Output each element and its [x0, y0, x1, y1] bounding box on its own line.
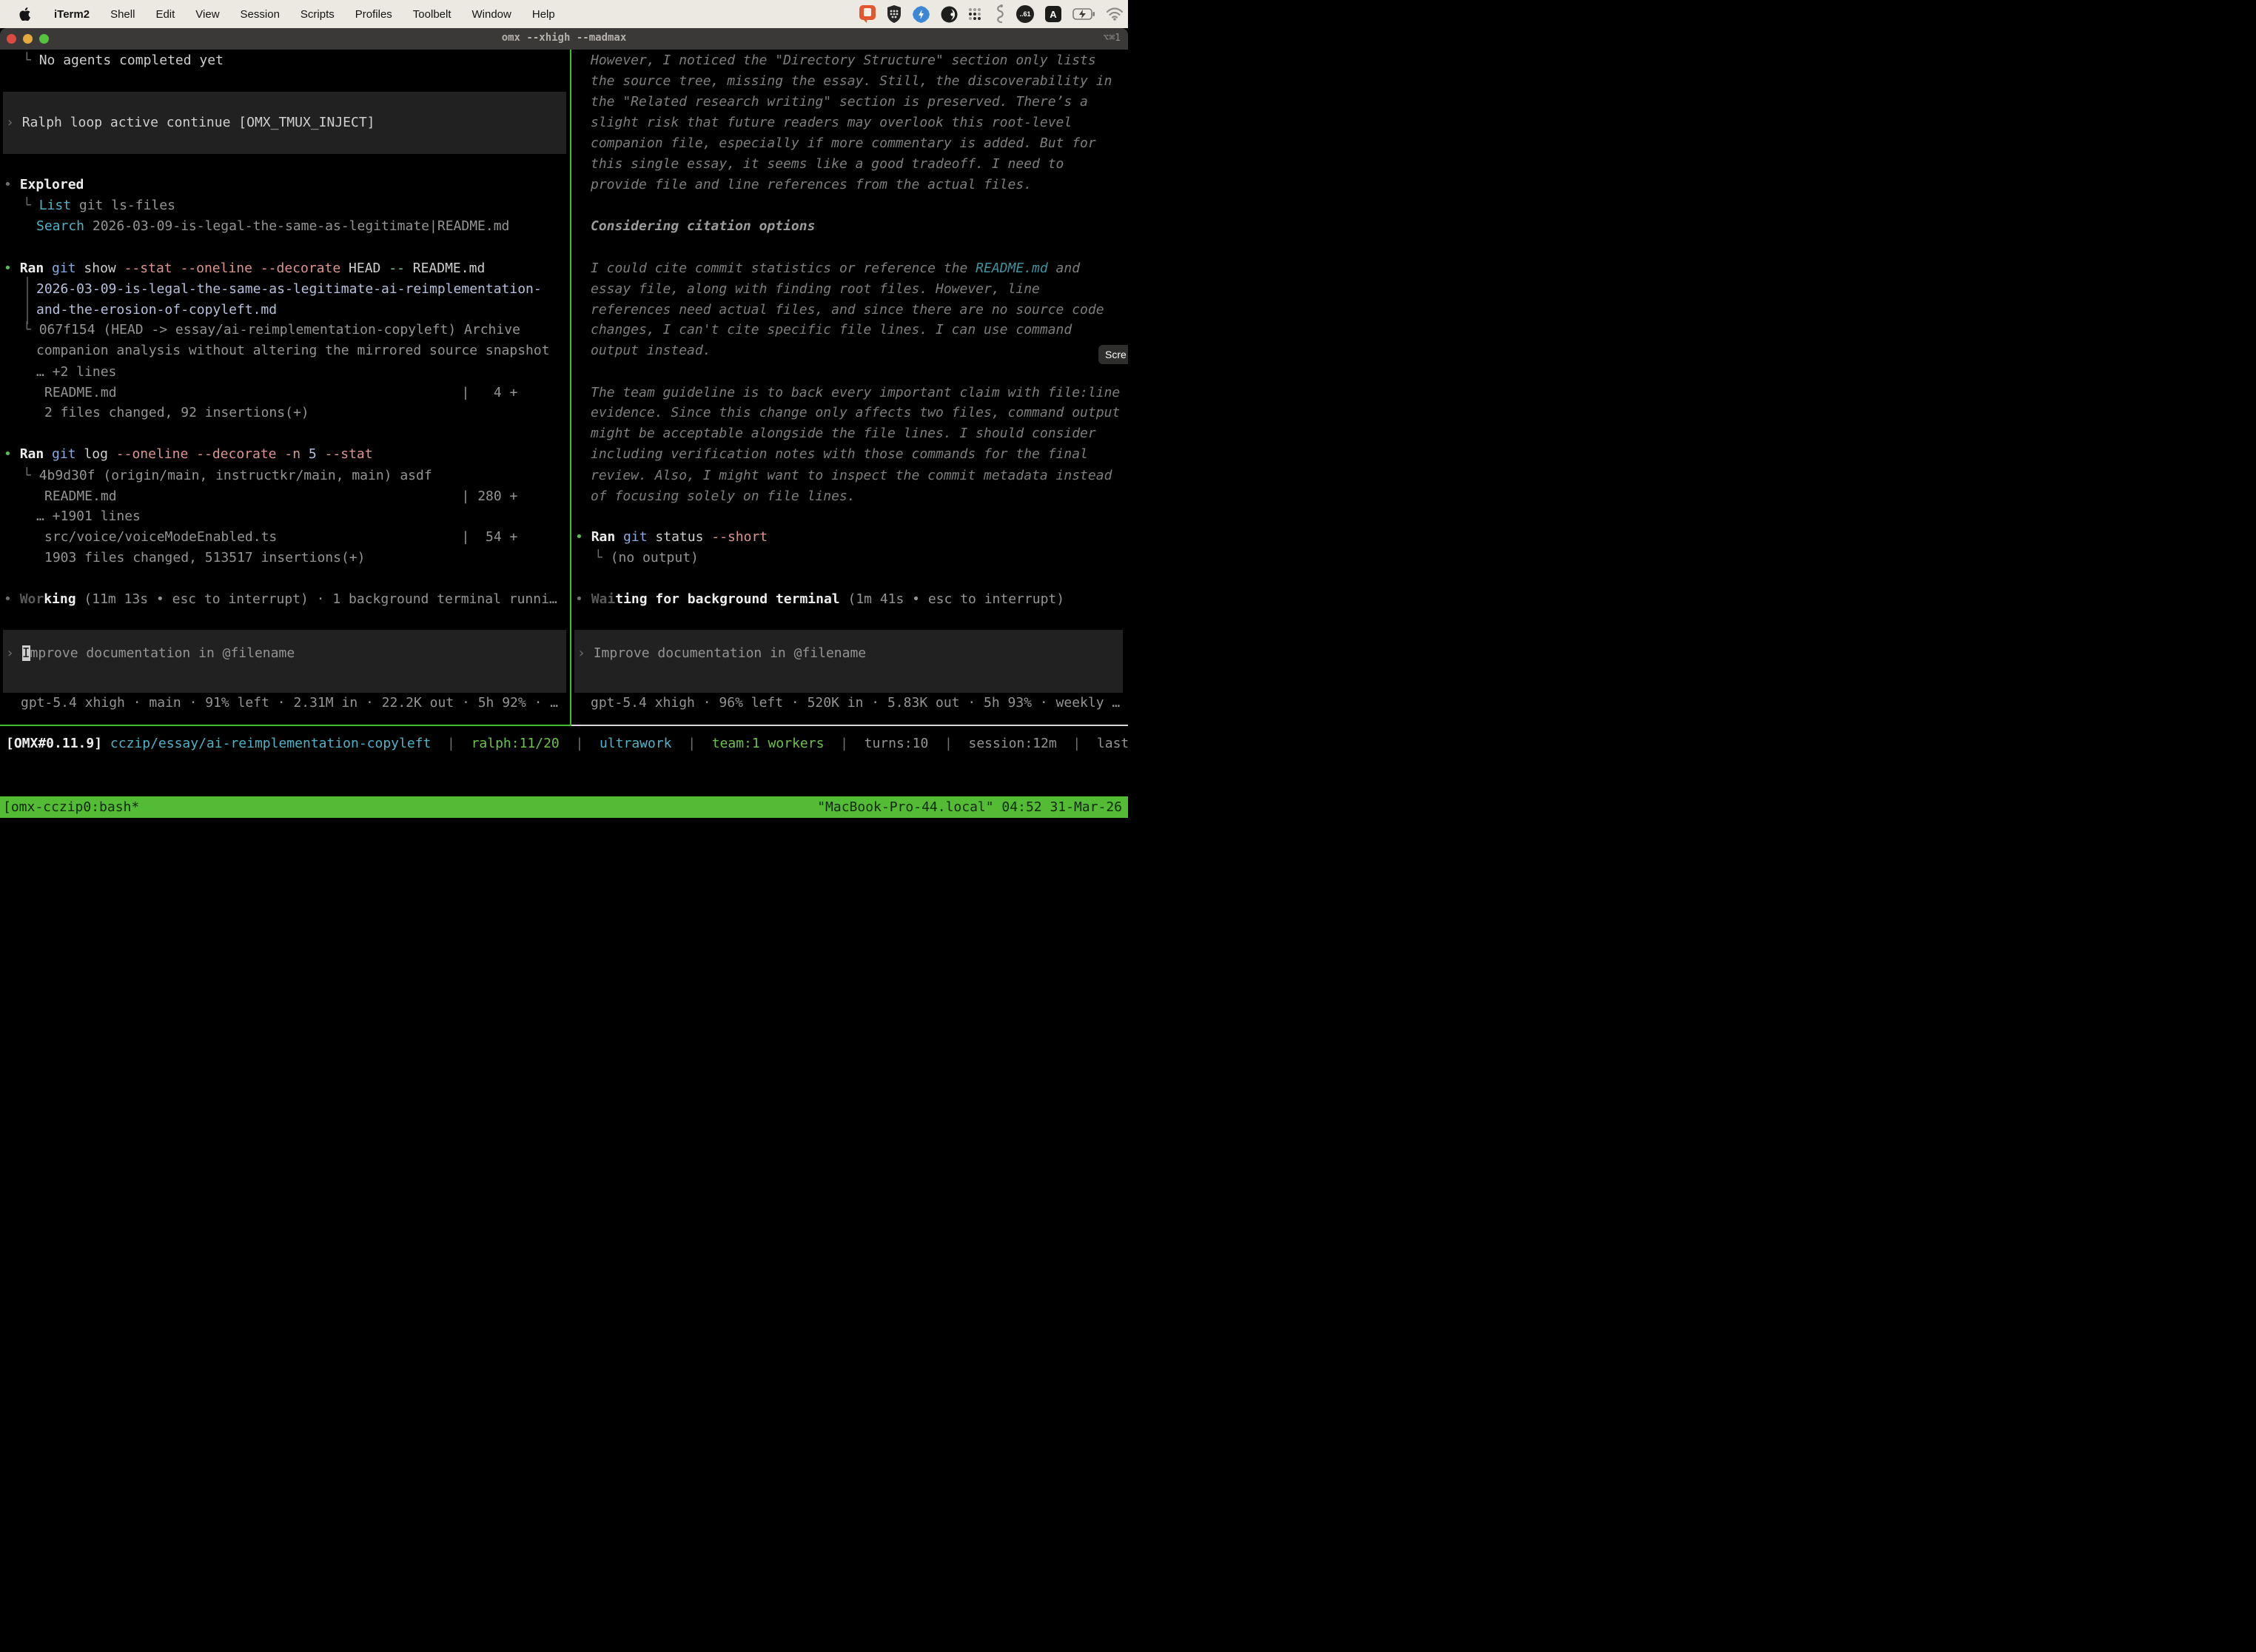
wifi-icon[interactable]: [1106, 7, 1124, 21]
no-agents-line: └ No agents completed yet: [23, 53, 224, 69]
git-show-arg-line-2: and-the-erosion-of-copyleft.md: [36, 302, 277, 318]
omx-status-bar: [OMX#0.11.9] cczip/essay/ai-reimplementa…: [6, 736, 1128, 752]
git-show-output-line-4: README.md | 4 +: [44, 385, 517, 401]
window-title-bar: omx --xhigh --madmax ⌥⌘1: [0, 28, 1128, 50]
tmux-session-label[interactable]: [omx-cczip0:bash*: [3, 796, 139, 818]
thinking-paragraph-line: the source tree, missing the essay. Stil…: [591, 73, 1112, 90]
crescent-app-icon[interactable]: [941, 6, 958, 23]
git-show-output-line-1: └ 067f154 (HEAD -> essay/ai-reimplementa…: [23, 322, 520, 338]
thinking-paragraph-line: the "Related research writing" section i…: [591, 94, 1088, 110]
apple-menu-icon[interactable]: [19, 7, 30, 21]
letter-a-icon[interactable]: A: [1045, 6, 1061, 22]
thinking-paragraph-line: this single essay, it seems like a good …: [591, 156, 1064, 172]
thinking-paragraph-line: changes, I can't cite specific file line…: [591, 322, 1072, 338]
right-session-status-line: gpt-5.4 xhigh · 96% left · 520K in · 5.8…: [591, 695, 1120, 711]
left-session-status-line: gpt-5.4 xhigh · main · 91% left · 2.31M …: [21, 695, 558, 711]
menu-item-help[interactable]: Help: [532, 8, 555, 21]
git-log-output-line-1: └ 4b9d30f (origin/main, instructkr/main,…: [23, 468, 432, 484]
thinking-paragraph-line: essay file, along with finding root file…: [591, 281, 1040, 298]
git-log-output-line-3: … +1901 lines: [36, 508, 141, 525]
tmux-status-bar: [omx-cczip0:bash* "MacBook-Pro-44.local"…: [0, 796, 1128, 818]
squiggle-icon[interactable]: [993, 4, 1005, 24]
thinking-paragraph-line: including verification notes with those …: [591, 446, 1088, 463]
menu-item-edit[interactable]: Edit: [155, 8, 175, 21]
dots-grid-icon[interactable]: [969, 7, 982, 21]
menu-item-iterm2[interactable]: iTerm2: [54, 8, 90, 21]
git-log-output-line-2: README.md | 280 +: [44, 488, 517, 505]
tmux-host-clock: "MacBook-Pro-44.local" 04:52 31-Mar-26: [817, 796, 1122, 818]
git-show-output-line-5: 2 files changed, 92 insertions(+): [44, 405, 309, 421]
bolt-badge-icon[interactable]: [913, 6, 930, 23]
battery-icon[interactable]: [1072, 8, 1095, 20]
thinking-paragraph-line: references need actual files, and since …: [591, 302, 1104, 318]
thinking-paragraph-line: The team guideline is to back every impo…: [591, 385, 1120, 401]
tree-connector-line: [27, 277, 28, 324]
git-log-output-line-4: src/voice/voiceModeEnabled.ts | 54 +: [44, 529, 517, 545]
left-pane-bottom-border: [0, 725, 571, 726]
inject-line: › Ralph loop active continue [OMX_TMUX_I…: [6, 115, 375, 131]
thinking-heading: Considering citation options: [591, 218, 815, 235]
macos-menu-bar: iTerm2 Shell Edit View Session Scripts P…: [0, 0, 1128, 28]
shield-keys-icon[interactable]: [887, 5, 902, 23]
git-show-output-line-2: companion analysis without altering the …: [36, 343, 550, 359]
explored-list-line: └ List git ls-files: [23, 198, 175, 214]
right-waiting-status-line: • Waiting for background terminal (1m 41…: [575, 591, 1064, 608]
thinking-paragraph-line: review. Also, I might want to inspect th…: [591, 468, 1112, 484]
window-shortcut-badge: ⌥⌘1: [1104, 33, 1121, 44]
left-working-status-line: • Working (11m 13s • esc to interrupt) ·…: [4, 591, 557, 608]
screen-overlay-chip[interactable]: Scre: [1098, 345, 1128, 364]
pane-divider-vertical[interactable]: [570, 50, 571, 726]
menu-item-profiles[interactable]: Profiles: [355, 8, 392, 21]
git-show-command-line: • Ran git show --stat --oneline --decora…: [4, 261, 485, 277]
explored-search-line: Search 2026-03-09-is-legal-the-same-as-l…: [36, 218, 509, 235]
git-log-output-line-5: 1903 files changed, 513517 insertions(+): [44, 550, 365, 566]
count-badge-icon[interactable]: ..61: [1016, 5, 1034, 23]
menu-item-shell[interactable]: Shell: [110, 8, 135, 21]
menu-bar-status-icons: ..61 A: [859, 0, 1124, 28]
thinking-paragraph-line: companion file, especially if more comme…: [591, 135, 1096, 152]
git-status-command-line: • Ran git status --short: [575, 529, 768, 545]
git-status-output-line: └ (no output): [594, 550, 699, 566]
menu-item-window[interactable]: Window: [472, 8, 511, 21]
git-show-arg-line-1: 2026-03-09-is-legal-the-same-as-legitima…: [36, 281, 542, 298]
menu-item-session[interactable]: Session: [241, 8, 280, 21]
git-show-output-line-3: … +2 lines: [36, 364, 116, 380]
thinking-paragraph-line: of focusing solely on file lines.: [591, 488, 856, 505]
thinking-paragraph-line: might be acceptable alongside the file l…: [591, 426, 1096, 442]
menu-item-toolbelt[interactable]: Toolbelt: [413, 8, 451, 21]
screen-share-icon[interactable]: [859, 5, 876, 23]
right-prompt-text[interactable]: › Improve documentation in @filename: [577, 645, 866, 662]
left-prompt-text[interactable]: › Improve documentation in @filename: [6, 645, 295, 662]
menu-item-view[interactable]: View: [195, 8, 219, 21]
thinking-paragraph-line: output instead.: [591, 343, 711, 359]
thinking-paragraph-line: I could cite commit statistics or refere…: [591, 261, 1080, 277]
thinking-paragraph-line: However, I noticed the "Directory Struct…: [591, 53, 1096, 69]
thinking-paragraph-line: evidence. Since this change only affects…: [591, 405, 1120, 421]
git-log-command-line: • Ran git log --oneline --decorate -n 5 …: [4, 446, 373, 463]
explored-header-line: • Explored: [4, 177, 84, 193]
window-title: omx --xhigh --madmax: [0, 32, 1128, 44]
screen: iTerm2 Shell Edit View Session Scripts P…: [0, 0, 1128, 826]
thinking-paragraph-line: slight risk that future readers may over…: [591, 115, 1072, 131]
thinking-paragraph-line: provide file and line references from th…: [591, 177, 1032, 193]
right-pane-bottom-border: [571, 725, 1128, 726]
menu-item-scripts[interactable]: Scripts: [301, 8, 335, 21]
